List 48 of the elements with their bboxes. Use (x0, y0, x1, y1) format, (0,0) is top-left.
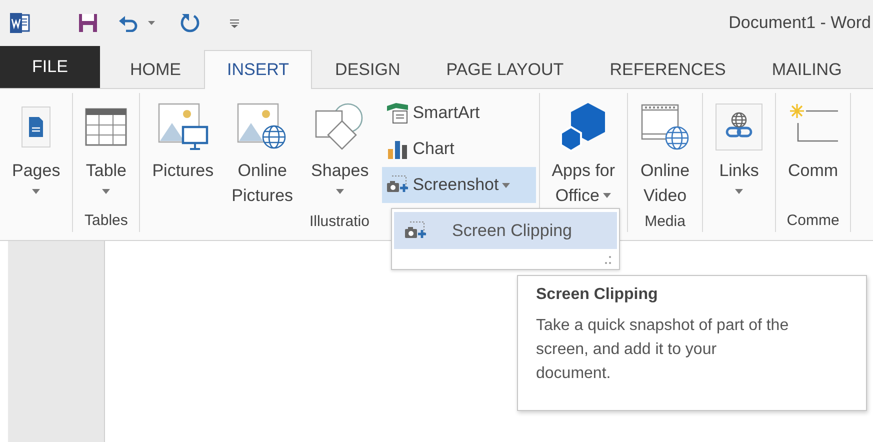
ribbon-tab[interactable]: REFERENCES (586, 50, 749, 89)
table-icon (85, 108, 128, 146)
ribbon-tab[interactable]: MAILING (748, 50, 865, 89)
file-tab[interactable]: FILE (0, 46, 100, 88)
video-globe-icon (640, 103, 690, 151)
ribbon-button[interactable]: Shapes (302, 93, 378, 211)
group-label: Comme (786, 212, 840, 229)
group-label: Illustratio (309, 213, 370, 230)
ribbon-button[interactable]: Screenshot (382, 167, 536, 203)
ribbon-button[interactable]: Apps for Office (542, 93, 624, 211)
caret-icon (336, 188, 344, 194)
ribbon-button[interactable]: Pictures (143, 93, 223, 211)
ribbon-button[interactable]: SmartArt (382, 95, 536, 131)
picture-icon (156, 103, 209, 151)
ribbon-tab[interactable]: PAGE LAYOUT (423, 50, 587, 89)
group-label: Media (644, 213, 686, 230)
redo-icon (180, 13, 200, 33)
ribbon-button[interactable]: Pages (3, 93, 70, 210)
caret-icon (32, 188, 40, 194)
caret-icon (102, 188, 110, 194)
caret-icon (502, 182, 510, 188)
ribbon-tab[interactable]: HOME (107, 50, 204, 89)
smartart-icon (386, 102, 410, 124)
ribbon-button[interactable]: Comm (779, 93, 848, 210)
customize-icon (230, 18, 239, 28)
ribbon-button[interactable]: Online Video (631, 93, 700, 211)
caret-icon (603, 193, 612, 198)
ribbon-button[interactable]: Chart (382, 131, 536, 167)
save-icon (78, 13, 98, 33)
group-label: Tables (84, 212, 128, 229)
online-picture-icon (236, 103, 288, 151)
caret-icon (735, 188, 744, 194)
ribbon-button[interactable]: Online Pictures (222, 93, 302, 211)
menu-item[interactable]: Screen Clipping (394, 212, 617, 249)
chart-icon (386, 138, 410, 160)
ribbon-tab[interactable]: INSERT (204, 50, 312, 89)
resize-grip-icon (605, 256, 611, 264)
ribbon-tab[interactable]: DESIGN (312, 50, 424, 89)
word-icon (10, 13, 30, 33)
tooltip-text: Take a quick snapshot of part of the screen, and add it to your document. (536, 316, 790, 384)
caret-icon (148, 21, 155, 25)
page-icon (21, 106, 52, 148)
window-title: Document1 - Word (728, 13, 872, 33)
ribbon-button[interactable]: Table (76, 93, 136, 210)
undo-icon (118, 14, 140, 32)
tooltip-title: Screen Clipping (536, 286, 659, 304)
globe-link-icon (715, 103, 764, 151)
ribbon-button[interactable]: Links (706, 93, 772, 210)
